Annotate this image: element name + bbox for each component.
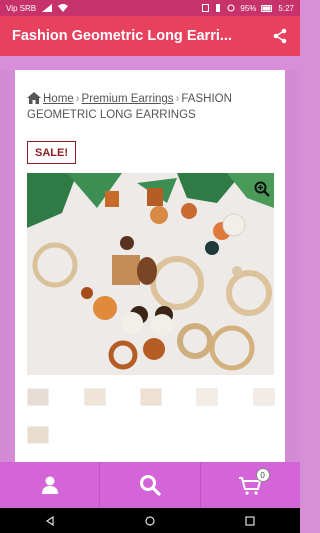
share-icon	[273, 28, 287, 44]
page-title: Fashion Geometric Long Earri...	[12, 28, 232, 44]
bottom-navigation: 0	[0, 462, 300, 508]
back-icon[interactable]	[45, 515, 55, 526]
clock: 5:27	[278, 3, 294, 13]
thumbnail[interactable]	[140, 388, 162, 406]
sale-badge: SALE!	[27, 141, 76, 164]
user-icon	[41, 476, 58, 494]
earrings-photo	[27, 173, 274, 375]
vibrate-icon	[216, 4, 221, 12]
thumbnail[interactable]	[196, 388, 218, 406]
battery-percent: 95%	[240, 3, 257, 13]
thumbnail[interactable]	[27, 426, 49, 444]
page-margin-left	[0, 70, 15, 462]
recents-icon[interactable]	[245, 515, 255, 526]
thumbnail[interactable]	[27, 388, 49, 406]
nfc-icon	[202, 4, 210, 12]
signal-icon	[42, 4, 53, 12]
home-icon	[27, 92, 41, 104]
battery-icon	[261, 4, 273, 12]
breadcrumb-home-link[interactable]: Home	[43, 93, 74, 105]
status-bar: Vip SRB 95% 5:27	[0, 0, 300, 16]
home-nav-icon[interactable]	[145, 515, 155, 526]
cart-count-badge: 0	[255, 468, 270, 482]
share-button[interactable]	[270, 26, 290, 46]
product-card: Home › Premium Earrings › FASHION GEOMETRIC …	[15, 70, 285, 462]
cart-tab[interactable]: 0	[201, 462, 300, 508]
thumbnail[interactable]	[253, 388, 275, 406]
breadcrumb: Home › Premium Earrings › FASHION GEOMETRIC …	[27, 91, 277, 123]
search-tab[interactable]	[100, 462, 201, 508]
thumbnail[interactable]	[84, 388, 106, 406]
wifi-icon	[58, 4, 69, 12]
breadcrumb-separator: ›	[75, 93, 80, 105]
page-margin-right	[285, 70, 300, 462]
breadcrumb-separator: ›	[175, 93, 180, 105]
zoom-in-icon[interactable]	[254, 181, 270, 197]
android-nav-bar	[0, 508, 300, 533]
app-bar: Fashion Geometric Long Earri...	[0, 16, 300, 56]
account-tab[interactable]	[0, 462, 101, 508]
alarm-icon	[227, 4, 235, 12]
product-image[interactable]	[27, 173, 274, 375]
search-icon	[139, 475, 161, 496]
header-band	[0, 56, 300, 70]
breadcrumb-category-link[interactable]: Premium Earrings	[82, 93, 174, 105]
carrier-label: Vip SRB	[6, 3, 37, 13]
